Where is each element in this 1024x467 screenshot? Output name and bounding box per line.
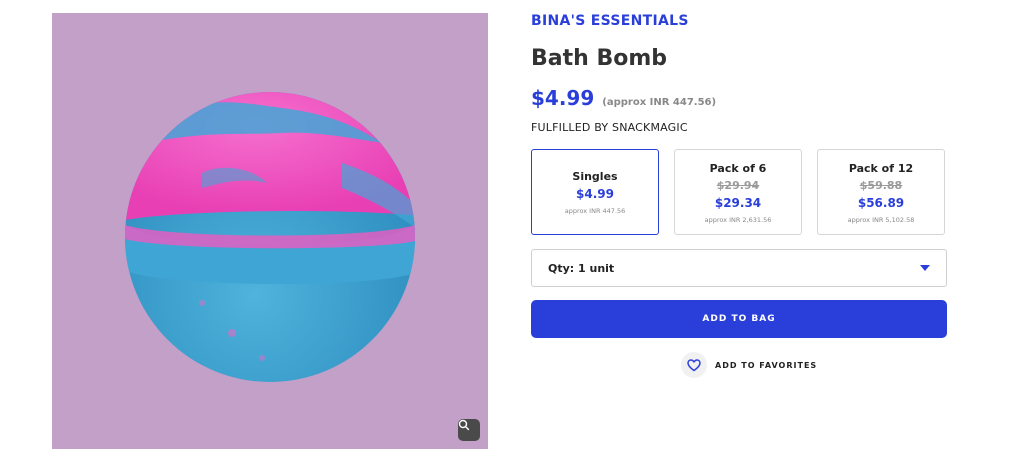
option-old-price: $59.88 xyxy=(859,179,903,192)
bath-bomb-illustration xyxy=(125,92,415,382)
price-row: $4.99 (approx INR 447.56) xyxy=(531,86,716,110)
option-approx: approx INR 447.56 xyxy=(564,207,626,215)
option-name: Pack of 6 xyxy=(709,162,767,175)
option-approx: approx INR 2,631.56 xyxy=(704,216,772,224)
quantity-label: Qty: 1 unit xyxy=(548,261,615,275)
add-to-bag-button[interactable]: ADD TO BAG xyxy=(531,300,947,338)
brand-link[interactable]: BINA'S ESSENTIALS xyxy=(531,13,689,29)
option-old-price: $29.94 xyxy=(716,179,760,192)
option-pack-of-12[interactable]: Pack of 12 $59.88 $56.89 approx INR 5,10… xyxy=(817,149,945,235)
fulfilled-by: FULFILLED BY SNACKMAGIC xyxy=(531,121,688,134)
option-price: $4.99 xyxy=(576,187,614,201)
product-title: Bath Bomb xyxy=(531,46,668,71)
option-singles[interactable]: Singles $4.99 approx INR 447.56 xyxy=(531,149,659,235)
option-name: Pack of 12 xyxy=(848,162,914,175)
product-image[interactable] xyxy=(52,13,488,449)
option-pack-of-6[interactable]: Pack of 6 $29.94 $29.34 approx INR 2,631… xyxy=(674,149,802,235)
heart-icon xyxy=(687,358,701,371)
option-approx: approx INR 5,102.58 xyxy=(847,216,915,224)
favorite-circle[interactable] xyxy=(681,352,707,378)
product-price: $4.99 xyxy=(531,86,595,110)
option-name: Singles xyxy=(572,170,618,183)
price-approx: (approx INR 447.56) xyxy=(602,97,717,108)
option-price: $29.34 xyxy=(714,196,762,210)
magnifier-icon xyxy=(458,419,470,431)
caret-down-icon xyxy=(920,265,930,271)
add-to-favorites-button[interactable]: ADD TO FAVORITES xyxy=(681,352,817,378)
add-to-favorites-label: ADD TO FAVORITES xyxy=(715,360,818,370)
zoom-button[interactable] xyxy=(458,419,480,441)
quantity-select[interactable]: Qty: 1 unit xyxy=(531,249,947,287)
option-price: $56.89 xyxy=(857,196,905,210)
